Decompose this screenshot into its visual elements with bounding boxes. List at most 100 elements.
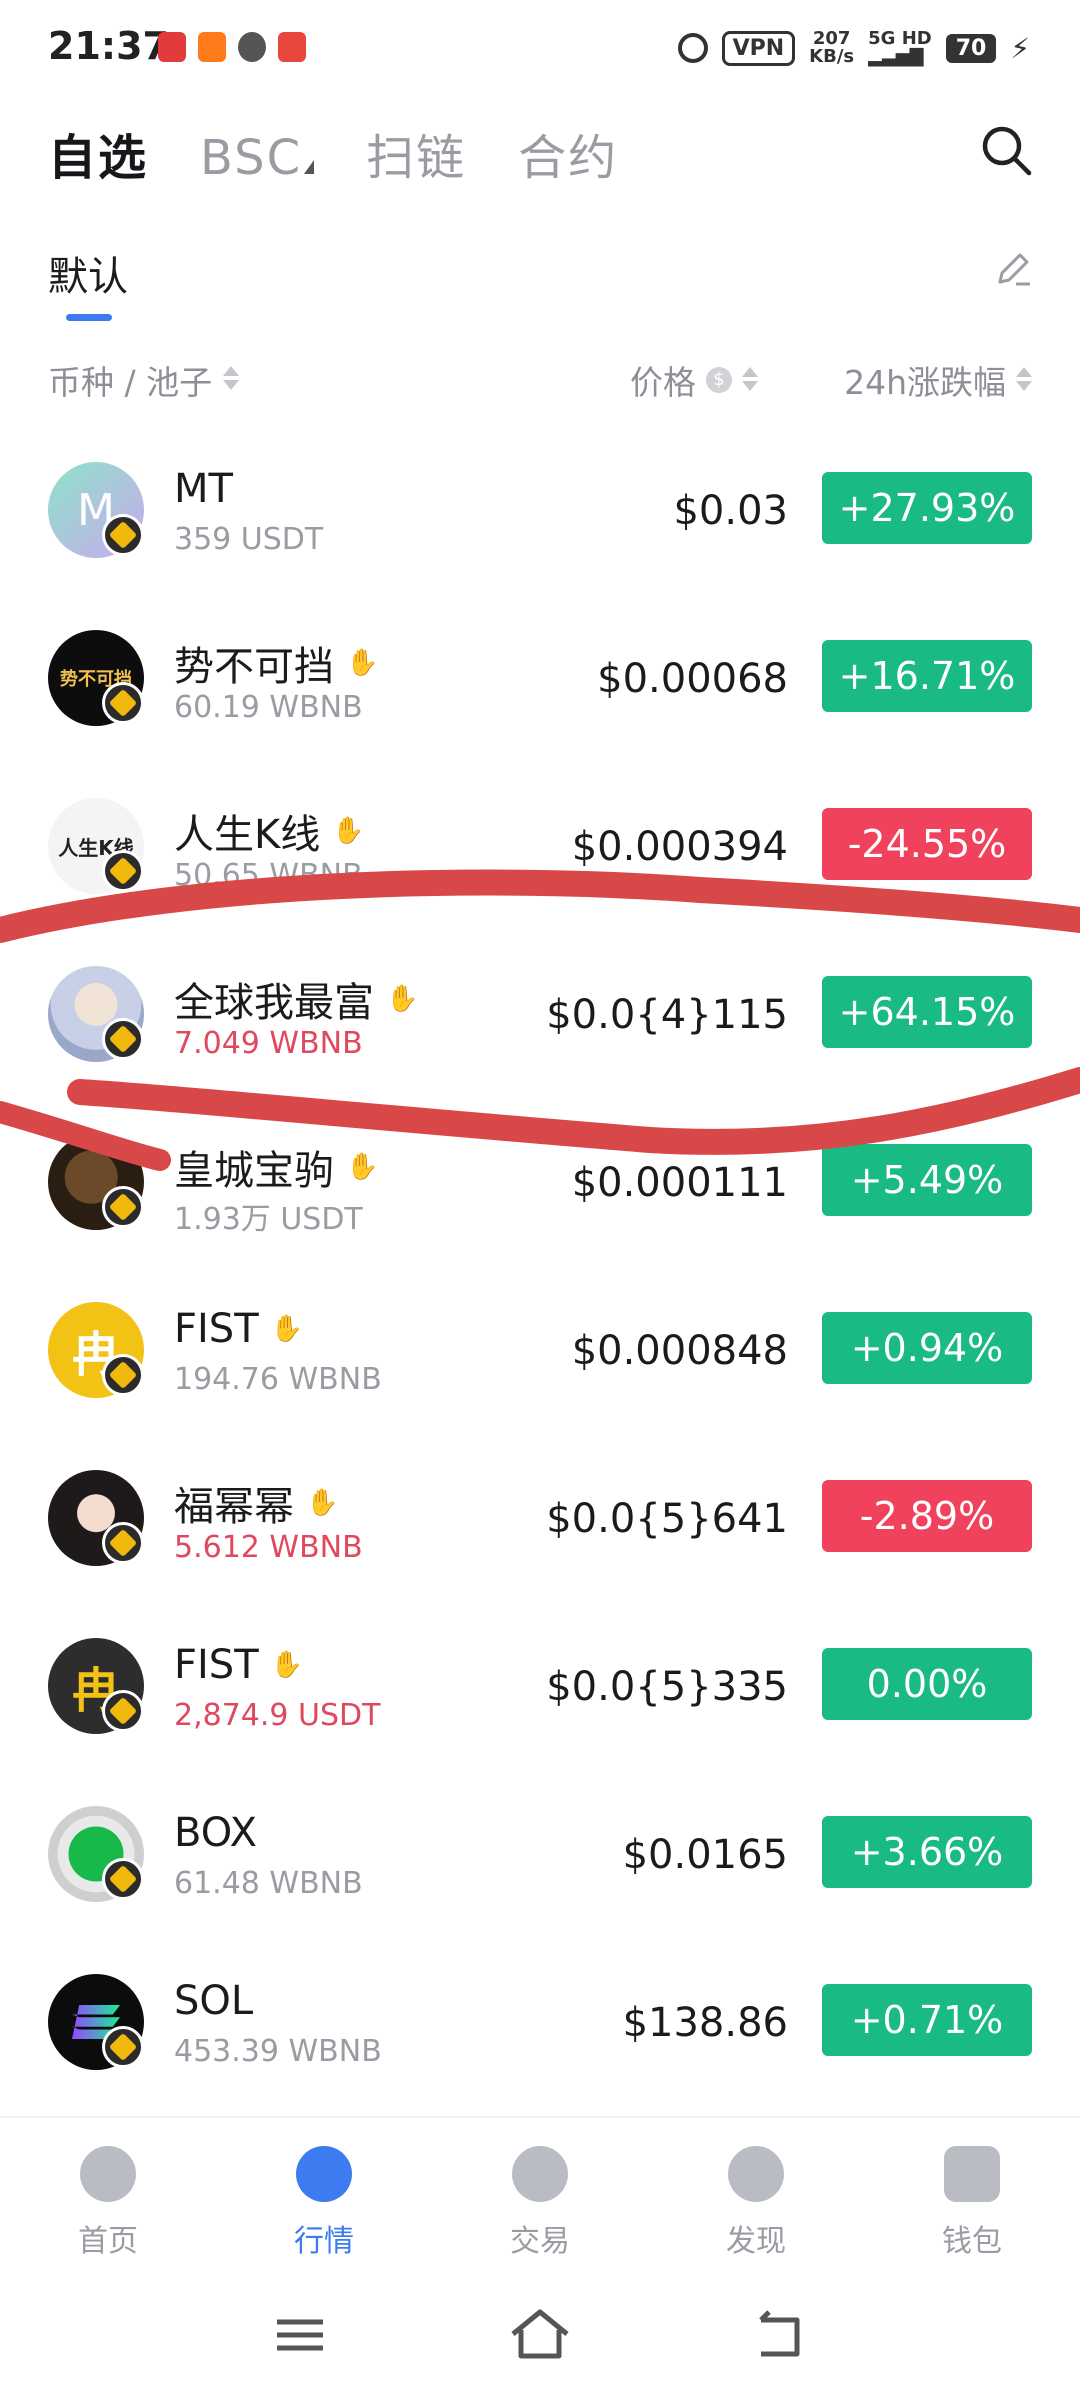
column-name-label: 币种 / 池子: [48, 363, 213, 402]
group-tab-default[interactable]: 默认: [48, 244, 128, 302]
nav-discover[interactable]: 发现: [686, 2146, 826, 2260]
verified-hand-icon: ✋: [346, 1152, 379, 1182]
charging-icon: ⚡: [1010, 31, 1030, 65]
token-name: 全球我最富 ✋: [174, 970, 418, 1028]
verified-hand-icon: ✋: [386, 984, 419, 1014]
nav-market-label: 行情: [294, 2224, 354, 2259]
token-liquidity: 2,874.9 USDT: [174, 1698, 381, 1733]
token-row[interactable]: 势不可挡 势不可挡 ✋ 60.19 WBNB $0.00068 +16.71%: [0, 620, 1080, 788]
token-name-text: 福幂幂: [174, 1484, 294, 1530]
token-name: 人生K线 ✋: [174, 802, 365, 860]
verified-hand-icon: ✋: [270, 1314, 304, 1344]
wallet-icon: [944, 2146, 1000, 2202]
token-name: FIST ✋: [174, 1306, 303, 1352]
status-app-icons: [158, 32, 306, 62]
search-icon[interactable]: [978, 122, 1034, 178]
status-time: 21:37: [48, 24, 169, 68]
token-name: BOX: [174, 1810, 257, 1856]
status-bar: 21:37 VPN 207 KB/s 5G HD ▂▃▅▇ 70 ⚡: [0, 0, 1080, 100]
bnb-chain-icon: [102, 1018, 144, 1060]
column-price-label: 价格: [630, 363, 696, 402]
bnb-chain-icon: [102, 1522, 144, 1564]
back-icon[interactable]: [745, 2300, 815, 2370]
nav-discover-label: 发现: [726, 2224, 786, 2259]
tab-contract[interactable]: 合约: [518, 118, 618, 188]
token-name-text: 全球我最富: [174, 980, 374, 1026]
token-liquidity: 60.19 WBNB: [174, 690, 363, 725]
bnb-chain-icon: [102, 1858, 144, 1900]
tab-scan-chain[interactable]: 扫链: [366, 118, 466, 188]
token-name: 势不可挡 ✋: [174, 634, 378, 692]
notification-app-icon: [198, 32, 226, 62]
sort-by-price[interactable]: 价格 $: [630, 356, 758, 404]
token-row[interactable]: M MT 359 USDT $0.03 +27.93%: [0, 452, 1080, 620]
token-liquidity: 194.76 WBNB: [174, 1362, 382, 1397]
currency-toggle-icon[interactable]: $: [706, 367, 732, 393]
bnb-chain-icon: [102, 1690, 144, 1732]
token-name-text: MT: [174, 466, 233, 512]
token-name: SOL: [174, 1978, 253, 2024]
active-tab-indicator: [66, 314, 112, 321]
change-badge: +3.66%: [822, 1816, 1032, 1888]
nav-market[interactable]: 行情: [254, 2146, 394, 2260]
token-name: MT: [174, 466, 233, 512]
token-name-text: 人生K线: [174, 812, 321, 858]
token-row[interactable]: 皇城宝驹 ✋ 1.93万 USDT $0.000111 +5.49%: [0, 1124, 1080, 1292]
verified-hand-icon: ✋: [346, 648, 379, 678]
bnb-chain-icon: [102, 682, 144, 724]
edit-icon[interactable]: [992, 248, 1034, 290]
nav-home-label: 首页: [78, 2224, 138, 2259]
token-name-text: FIST: [174, 1306, 259, 1352]
bnb-chain-icon: [102, 2026, 144, 2068]
token-name: FIST ✋: [174, 1642, 303, 1688]
token-price: $0.000848: [571, 1328, 788, 1374]
token-row[interactable]: 冉 FIST ✋ 194.76 WBNB $0.000848 +0.94%: [0, 1292, 1080, 1460]
token-price: $0.0165: [622, 1832, 788, 1878]
alarm-icon: [677, 33, 708, 63]
home-icon: [80, 2146, 136, 2202]
notification-app-icon: [278, 32, 306, 62]
token-price: $0.03: [673, 488, 788, 534]
tab-watchlist[interactable]: 自选: [48, 118, 148, 188]
speed-unit: KB/s: [809, 46, 855, 67]
token-name-text: BOX: [174, 1810, 258, 1856]
tab-bsc-label: BSC: [200, 130, 303, 186]
nav-wallet-label: 钱包: [942, 2224, 1002, 2259]
token-liquidity: 61.48 WBNB: [174, 1866, 363, 1901]
token-liquidity: 7.049 WBNB: [174, 1026, 363, 1061]
verified-hand-icon: ✋: [332, 816, 365, 846]
token-row[interactable]: 福幂幂 ✋ 5.612 WBNB $0.0{5}641 -2.89%: [0, 1460, 1080, 1628]
token-row[interactable]: BOX 61.48 WBNB $0.0165 +3.66%: [0, 1796, 1080, 1964]
nav-trade[interactable]: 交易: [470, 2146, 610, 2260]
token-row[interactable]: 人生K线 人生K线 ✋ 50.65 WBNB $0.000394 -24.55%: [0, 788, 1080, 956]
sort-by-name[interactable]: 币种 / 池子: [48, 356, 239, 404]
nav-home[interactable]: 首页: [38, 2146, 178, 2260]
tab-bsc[interactable]: BSC: [200, 130, 315, 186]
nav-wallet[interactable]: 钱包: [902, 2146, 1042, 2260]
token-name: 福幂幂 ✋: [174, 1474, 338, 1532]
home-button-icon[interactable]: [505, 2300, 575, 2370]
change-badge: +5.49%: [822, 1144, 1032, 1216]
network-speed: 207 KB/s: [809, 30, 854, 66]
token-liquidity: 5.612 WBNB: [174, 1530, 363, 1565]
token-name: 皇城宝驹 ✋: [174, 1138, 378, 1196]
token-row[interactable]: 全球我最富 ✋ 7.049 WBNB $0.0{4}115 +64.15%: [0, 956, 1080, 1124]
change-badge: +0.94%: [822, 1312, 1032, 1384]
token-liquidity: 453.39 WBNB: [174, 2034, 382, 2069]
nav-trade-label: 交易: [510, 2224, 570, 2259]
change-badge: +0.71%: [822, 1984, 1032, 2056]
token-row[interactable]: SOL 453.39 WBNB $138.86 +0.71%: [0, 1964, 1080, 2132]
token-price: $0.000394: [571, 824, 788, 870]
market-trend-icon: [296, 2146, 352, 2202]
change-badge: +27.93%: [822, 472, 1032, 544]
menu-icon[interactable]: [265, 2300, 335, 2370]
bnb-chain-icon: [102, 850, 144, 892]
dropdown-corner-icon: [304, 160, 315, 174]
system-navigation: [0, 2270, 1080, 2400]
verified-hand-icon: ✋: [270, 1650, 304, 1680]
bottom-nav: 首页 行情 交易 发现 钱包: [0, 2116, 1080, 2266]
bnb-chain-icon: [102, 1354, 144, 1396]
sort-by-change[interactable]: 24h涨跌幅: [844, 356, 1032, 404]
sort-icon: [742, 365, 758, 395]
token-row[interactable]: 冉 FIST ✋ 2,874.9 USDT $0.0{5}335 0.00%: [0, 1628, 1080, 1796]
